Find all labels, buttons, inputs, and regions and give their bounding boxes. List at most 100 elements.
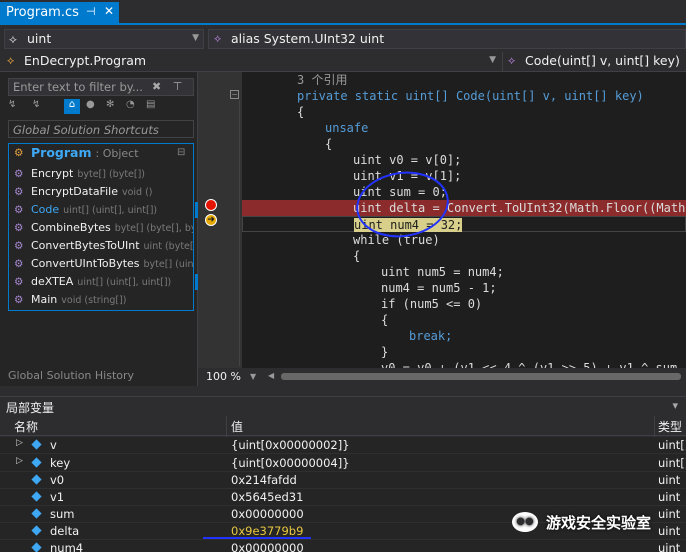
watermark-text: 游戏安全实验室 (546, 514, 652, 532)
code-line[interactable]: { (242, 248, 686, 264)
variable-icon (31, 457, 42, 468)
class-dropdown[interactable]: ⟡ EnDecrypt.Program ▼ (2, 52, 500, 71)
column-value[interactable]: 值 (231, 418, 243, 435)
class-view-toolbar: ↯ ↯ ⌂ ● ✻ ◔ ▤ (6, 99, 196, 115)
variable-value[interactable]: {uint[0x00000002]} (231, 438, 350, 452)
code-line[interactable]: uint v1 = v[1]; (242, 168, 686, 184)
member-code[interactable]: ⚙ Code uint[] (uint[], uint[]) (9, 202, 193, 220)
sync-icon[interactable]: ↯ (8, 99, 16, 110)
member-dropdown-label: Code(uint[] v, uint[] key) (525, 53, 680, 68)
type-dropdown[interactable]: ⟡ uint ▼ (4, 29, 204, 49)
collapse-icon[interactable]: ⊟ (177, 147, 185, 158)
member-dextea[interactable]: ⚙ deXTEA uint[] (uint[], uint[]) (9, 274, 193, 292)
code-line[interactable]: } (242, 344, 686, 360)
variable-value[interactable]: 0x5645ed31 (231, 490, 303, 504)
variable-type: uint[] (658, 438, 686, 452)
home-icon[interactable]: ⌂ (64, 99, 80, 114)
symbol-dropdown[interactable]: ⟡ alias System.UInt32 uint (208, 29, 686, 49)
back-icon[interactable]: ↯ (32, 99, 40, 110)
variable-value[interactable]: {uint[0x00000004]} (231, 456, 350, 470)
member-encryptdatafile[interactable]: ⚙ EncryptDataFile void () (9, 184, 193, 202)
locals-row-v1[interactable]: v1 0x5645ed31 uint (0, 489, 686, 506)
member-signature: byte[] (uint) (143, 259, 193, 270)
search-icon[interactable]: ◔ (126, 99, 135, 110)
member-dropdown[interactable]: ⟡ Code(uint[] v, uint[] key) (502, 52, 686, 71)
code-line[interactable]: unsafe (242, 120, 686, 136)
locals-row-key[interactable]: ▷ key {uint[0x00000004]} uint[] (0, 455, 686, 472)
variable-icon (31, 525, 42, 536)
clear-filter-icon[interactable]: ✖ (152, 80, 161, 93)
chevron-down-icon[interactable]: ▾ (672, 399, 678, 412)
member-name: Encrypt (31, 167, 74, 180)
code-line[interactable]: v0 = v0 + (v1 << 4 ^ (v1 >> 5) + v1 ^ su… (242, 360, 686, 368)
breakpoint-line[interactable]: uint delta = Convert.ToUInt32(Math.Floor… (242, 200, 686, 216)
close-icon[interactable]: ✕ (104, 4, 114, 18)
scroll-left-icon[interactable]: ◀ (268, 371, 274, 380)
code-line[interactable]: uint sum = 0; (242, 184, 686, 200)
variable-icon (31, 508, 42, 519)
variable-value[interactable]: 0x00000000 (231, 541, 304, 552)
list-icon[interactable]: ▤ (146, 99, 155, 110)
expand-icon[interactable]: ▷ (16, 456, 23, 466)
member-signature: uint (byte[], int) (143, 241, 193, 252)
code-line[interactable]: while (true) (242, 232, 686, 248)
member-convertbytestouint[interactable]: ⚙ ConvertBytesToUIntuint (byte[], int) (9, 238, 193, 256)
filter-buttons: ✖ ⊤ (152, 80, 182, 93)
variable-name: v1 (50, 490, 65, 504)
code-line[interactable]: break; (242, 328, 686, 344)
variable-name: key (50, 456, 71, 470)
code-editor[interactable]: 3 个引用 private static uint[] Code(uint[] … (242, 72, 686, 368)
variable-value[interactable]: 0x214fafdd (231, 473, 297, 487)
code-line[interactable]: { (242, 104, 686, 120)
user-icon[interactable]: ● (86, 99, 95, 110)
member-signature: byte[] (byte[], byte[]) (114, 223, 193, 234)
method-icon: ⚙ (14, 222, 24, 234)
tab-title: Program.cs (6, 5, 79, 20)
code-line[interactable]: uint num5 = num4; (242, 264, 686, 280)
member-combinebytes[interactable]: ⚙ CombineBytesbyte[] (byte[], byte[]) (9, 220, 193, 238)
code-line-text: private static uint[] Code(uint[] v, uin… (297, 89, 644, 103)
code-line[interactable]: uint v0 = v[0]; (242, 152, 686, 168)
member-signature: void (string[]) (61, 295, 127, 306)
variable-value[interactable]: 0x9e3779b9 (231, 524, 303, 538)
member-encrypt[interactable]: ⚙ Encrypt byte[] (byte[]) (9, 166, 193, 184)
global-solution-shortcuts[interactable]: Global Solution Shortcuts (8, 120, 194, 138)
pin-icon[interactable]: ⊣ (86, 5, 96, 18)
horizontal-scrollbar[interactable] (281, 373, 681, 380)
code-line[interactable]: if (num5 <= 0) (242, 296, 686, 312)
zoom-level[interactable]: 100 % (206, 370, 241, 383)
symbol-dropdown-label: alias System.UInt32 uint (231, 31, 385, 46)
expand-icon[interactable]: ▷ (16, 438, 23, 448)
locals-row-v0[interactable]: v0 0x214fafdd uint (0, 472, 686, 489)
locals-row-num4[interactable]: num4 0x00000000 uint (0, 540, 686, 552)
variable-type: uint[] (658, 456, 686, 470)
variable-name: num4 (50, 541, 84, 552)
code-lens-references[interactable]: 3 个引用 (242, 72, 686, 88)
chevron-down-icon[interactable]: ▼ (250, 372, 256, 381)
breakpoint-icon[interactable] (205, 199, 217, 211)
code-line[interactable]: private static uint[] Code(uint[] v, uin… (242, 88, 686, 104)
class-header[interactable]: ⚙ Program: Object ⊟ (9, 145, 193, 163)
column-type[interactable]: 类型 (658, 418, 682, 435)
member-convertuinttobytes[interactable]: ⚙ ConvertUIntToBytesbyte[] (uint) (9, 256, 193, 274)
collapse-icon[interactable]: − (230, 90, 239, 99)
locals-row-v[interactable]: ▷ v {uint[0x00000002]} uint[] (0, 437, 686, 454)
navigation-bar: ⟡ uint ▼ ⟡ alias System.UInt32 uint (0, 27, 686, 51)
member-name: Main (31, 293, 58, 306)
member-name: EncryptDataFile (31, 185, 118, 198)
settings-icon[interactable]: ✻ (106, 99, 114, 110)
variable-value[interactable]: 0x00000000 (231, 507, 304, 521)
tab-program-cs[interactable]: Program.cs ⊣ ✕ (0, 2, 119, 25)
column-name[interactable]: 名称 (14, 418, 38, 435)
code-line[interactable]: num4 = num5 - 1; (242, 280, 686, 296)
global-solution-history[interactable]: Global Solution History (0, 369, 198, 385)
filter-icon[interactable]: ⊤ (173, 80, 183, 93)
type-icon: ⟡ (9, 32, 17, 46)
current-statement-line[interactable]: uint num4 = 32; (242, 216, 686, 232)
code-line[interactable]: { (242, 312, 686, 328)
code-line[interactable]: { (242, 136, 686, 152)
variable-type: uint (658, 541, 681, 552)
chevron-down-icon: ▼ (192, 33, 199, 43)
locals-window-titlebar: 局部变量 ▾ (0, 396, 686, 416)
member-main[interactable]: ⚙ Main void (string[]) (9, 292, 193, 310)
